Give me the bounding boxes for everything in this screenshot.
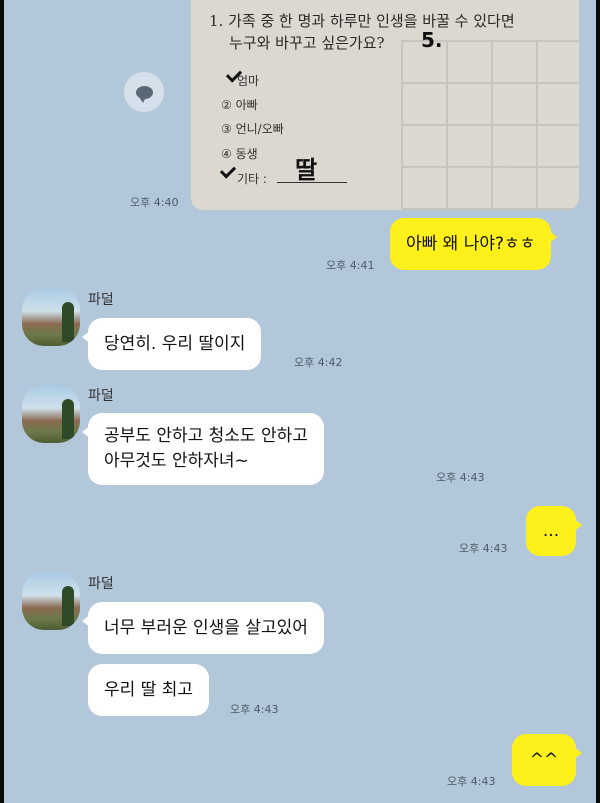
question-line-1: 1. 가족 중 한 명과 하루만 인생을 바꿀 수 있다면 [209,12,515,30]
handwritten-answer: 딸 [295,156,318,184]
option-3: ③ 언니/오빠 [221,122,284,136]
message-line: 아무것도 안하자녀~ [104,451,249,471]
avatar[interactable] [22,385,80,443]
avatar[interactable] [22,288,80,346]
option-2: ② 아빠 [221,98,258,112]
chat-room: 1. 가족 중 한 명과 하루만 인생을 바꿀 수 있다면 누구와 바꾸고 싶은… [4,0,596,803]
message-time: 오후 4:42 [294,356,343,369]
option-1: 엄마 [237,74,260,88]
avatar[interactable] [22,572,80,630]
sender-name: 파덜 [88,576,114,592]
speech-bubble-icon [135,85,153,103]
share-button[interactable] [124,72,164,112]
message-time: 오후 4:43 [436,471,485,484]
message-time: 오후 4:43 [447,775,496,788]
handwritten-mark: 5. [421,28,443,52]
message-time: 오후 4:43 [459,542,508,555]
shared-photo[interactable]: 1. 가족 중 한 명과 하루만 인생을 바꿀 수 있다면 누구와 바꾸고 싶은… [191,0,579,210]
sender-name: 파덜 [88,388,114,404]
other-message[interactable]: 당연히. 우리 딸이지 [81,318,262,370]
message-line: 공부도 안하고 청소도 안하고 [104,426,308,447]
other-message[interactable]: 너무 부러운 인생을 살고있어 [82,602,324,654]
my-message[interactable]: ^^ [512,734,582,786]
my-message[interactable]: 아빠 왜 나야?ㅎㅎ [390,218,558,270]
other-message[interactable]: 공부도 안하고 청소도 안하고 아무것도 안하자녀~ [82,413,324,485]
checkmark-icon [219,162,237,179]
message-time: 오후 4:41 [326,259,375,272]
my-message[interactable]: ... [526,506,582,556]
option-5: 기타 : [237,172,267,186]
sender-name: 파덜 [88,292,114,308]
option-4: ④ 동생 [221,147,258,161]
worksheet-grid [401,40,579,210]
message-time: 오후 4:40 [130,196,179,209]
message-time: 오후 4:43 [230,703,279,716]
other-message[interactable]: 우리 딸 최고 [88,664,210,716]
question-line-2: 누구와 바꾸고 싶은가요? [229,34,385,52]
